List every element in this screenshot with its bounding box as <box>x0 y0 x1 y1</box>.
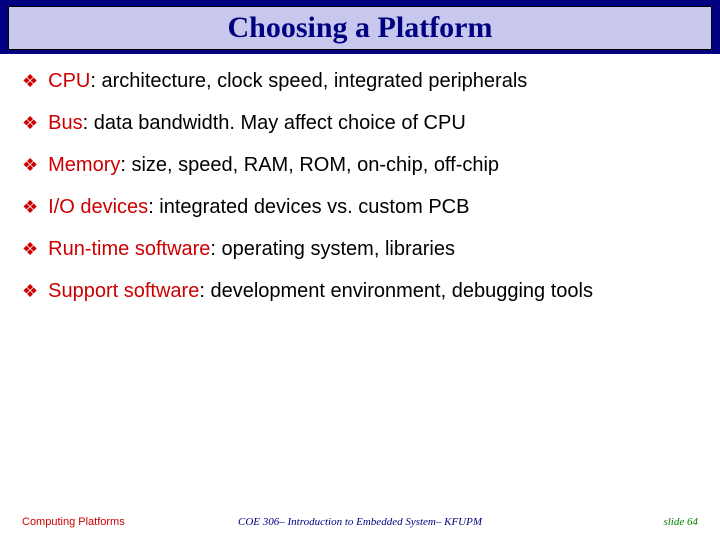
item-text: Support software: development environmen… <box>48 278 593 304</box>
item-desc: : operating system, libraries <box>210 238 455 260</box>
title-bar: Choosing a Platform <box>0 0 720 54</box>
diamond-bullet-icon: ❖ <box>22 70 38 93</box>
item-label: Support software <box>48 280 199 302</box>
item-desc: : architecture, clock speed, integrated … <box>90 70 527 92</box>
item-label: Memory <box>48 154 120 176</box>
item-desc: : size, speed, RAM, ROM, on-chip, off-ch… <box>120 154 499 176</box>
footer-left: Computing Platforms <box>22 516 125 528</box>
item-text: I/O devices: integrated devices vs. cust… <box>48 194 469 220</box>
item-desc: : integrated devices vs. custom PCB <box>148 196 469 218</box>
item-label: I/O devices <box>48 196 148 218</box>
item-text: CPU: architecture, clock speed, integrat… <box>48 68 527 94</box>
item-label: CPU <box>48 70 90 92</box>
diamond-bullet-icon: ❖ <box>22 238 38 261</box>
slide-title: Choosing a Platform <box>228 11 493 45</box>
list-item: ❖ Run-time software: operating system, l… <box>22 236 698 262</box>
item-text: Run-time software: operating system, lib… <box>48 236 455 262</box>
item-label: Bus <box>48 112 82 134</box>
item-label: Run-time software <box>48 238 210 260</box>
list-item: ❖ I/O devices: integrated devices vs. cu… <box>22 194 698 220</box>
diamond-bullet-icon: ❖ <box>22 112 38 135</box>
item-text: Bus: data bandwidth. May affect choice o… <box>48 110 466 136</box>
footer-center: COE 306– Introduction to Embedded System… <box>238 516 482 528</box>
item-text: Memory: size, speed, RAM, ROM, on-chip, … <box>48 152 499 178</box>
list-item: ❖ Support software: development environm… <box>22 278 698 304</box>
diamond-bullet-icon: ❖ <box>22 196 38 219</box>
item-desc: : data bandwidth. May affect choice of C… <box>83 112 466 134</box>
diamond-bullet-icon: ❖ <box>22 280 38 303</box>
diamond-bullet-icon: ❖ <box>22 154 38 177</box>
content-area: ❖ CPU: architecture, clock speed, integr… <box>0 54 720 304</box>
list-item: ❖ Memory: size, speed, RAM, ROM, on-chip… <box>22 152 698 178</box>
footer: Computing Platforms COE 306– Introductio… <box>0 516 720 528</box>
list-item: ❖ Bus: data bandwidth. May affect choice… <box>22 110 698 136</box>
footer-right: slide 64 <box>663 516 698 528</box>
list-item: ❖ CPU: architecture, clock speed, integr… <box>22 68 698 94</box>
item-desc: : development environment, debugging too… <box>199 280 593 302</box>
title-inner: Choosing a Platform <box>8 6 712 50</box>
